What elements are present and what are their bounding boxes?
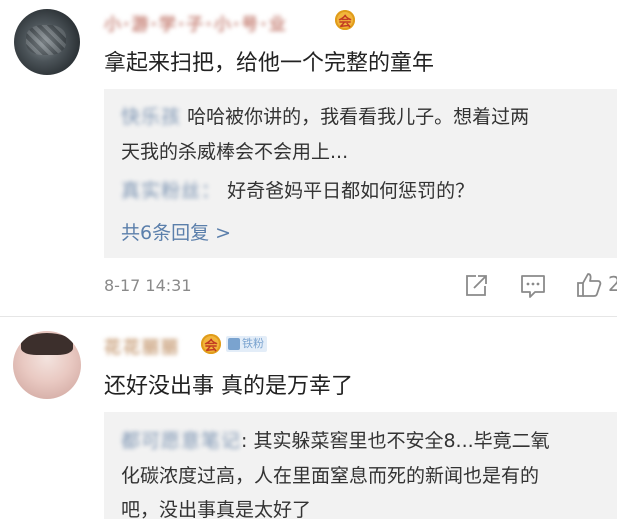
more-replies-link[interactable]: 共6条回复 >: [121, 218, 231, 245]
comment-username[interactable]: 小·游·学·子·小·号·业: [104, 10, 288, 35]
reply-item[interactable]: 都可愿意笔记: 其实躲菜窖里也不安全8...毕竟二氧: [121, 426, 550, 453]
comment-text: 拿起来扫把，给他一个完整的童年: [104, 51, 435, 76]
share-icon[interactable]: [463, 273, 489, 299]
reply-text-continued: 天我的杀威棒会不会用上...: [121, 141, 349, 163]
reply-author[interactable]: 真实粉丝：: [121, 176, 221, 203]
reply-author[interactable]: 快乐孩: [121, 102, 181, 129]
vip-badge-icon: 会: [201, 334, 221, 354]
reply-text-continued: 吧，没出事真是太好了: [121, 499, 312, 521]
reply-text: : 其实躲菜窖里也不安全8...毕竟二氧: [241, 430, 550, 452]
fan-badge: 铁粉: [226, 336, 267, 352]
comment-text: 还好没出事 真的是万幸了: [104, 374, 353, 399]
reply-item[interactable]: 真实粉丝： 好奇爸妈平日都如何惩罚的？: [121, 176, 474, 203]
vip-badge-icon: 会: [335, 10, 355, 30]
reply-item[interactable]: 快乐孩 哈哈被你讲的，我看看我儿子。想着过两: [121, 102, 529, 129]
reply-text: 哈哈被你讲的，我看看我儿子。想着过两: [187, 106, 530, 128]
reply-box: 都可愿意笔记: 其实躲菜窖里也不安全8...毕竟二氧 化碳浓度过高，人在里面窒息…: [104, 412, 617, 521]
avatar[interactable]: [14, 9, 80, 75]
reply-author[interactable]: 都可愿意笔记: [121, 426, 241, 453]
comment-timestamp: 8-17 14:31: [104, 276, 192, 295]
reply-text: 好奇爸妈平日都如何惩罚的？: [227, 180, 475, 202]
like-icon[interactable]: [575, 271, 603, 299]
reply-text-continued: 化碳浓度过高，人在里面窒息而死的新闻也是有的: [121, 465, 540, 487]
comment-icon[interactable]: [519, 273, 547, 299]
avatar[interactable]: [13, 331, 81, 399]
reply-box: 快乐孩 哈哈被你讲的，我看看我儿子。想着过两 天我的杀威棒会不会用上... 真实…: [104, 89, 617, 258]
comment-username[interactable]: 花花丽丽: [104, 333, 180, 358]
divider: [0, 316, 617, 317]
like-count: 2: [608, 272, 617, 296]
